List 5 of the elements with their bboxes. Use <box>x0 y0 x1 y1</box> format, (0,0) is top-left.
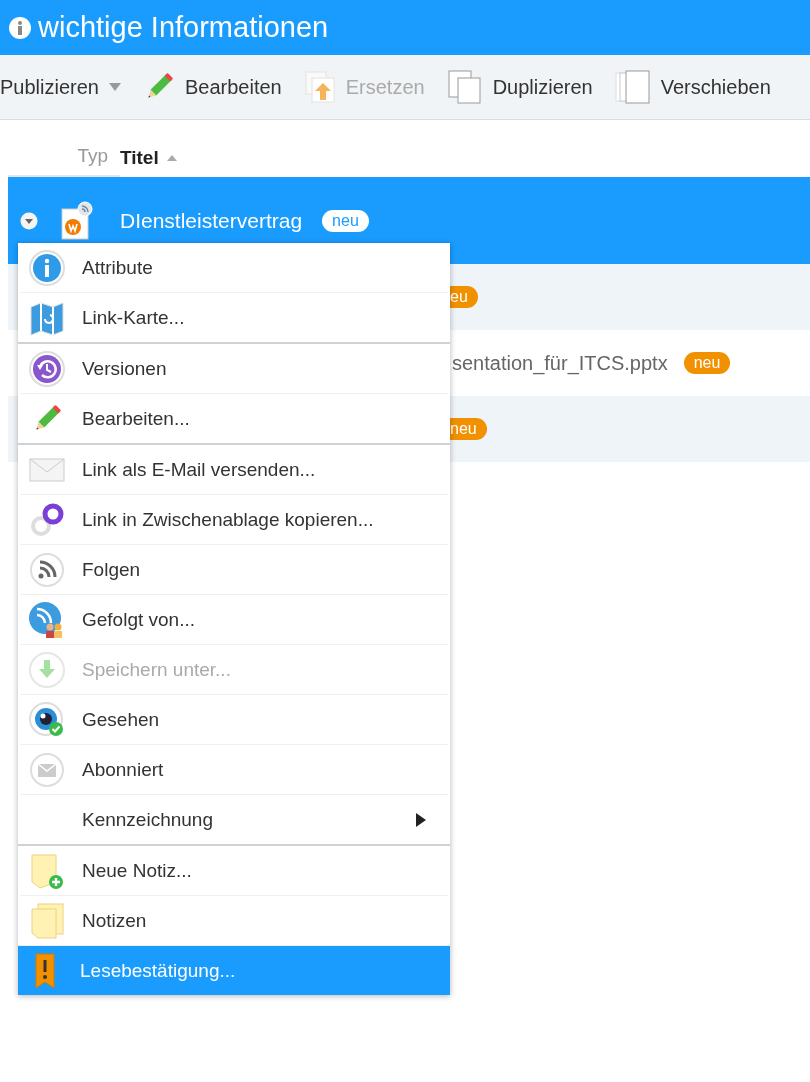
row-title: DIenstleistervertrag <box>120 208 303 233</box>
new-badge: neu <box>322 209 369 232</box>
new-badge: neu <box>683 352 731 374</box>
row-title: sentation_für_ITCS.pptx <box>452 351 668 375</box>
page-title: wichtige Informationen <box>38 11 329 44</box>
